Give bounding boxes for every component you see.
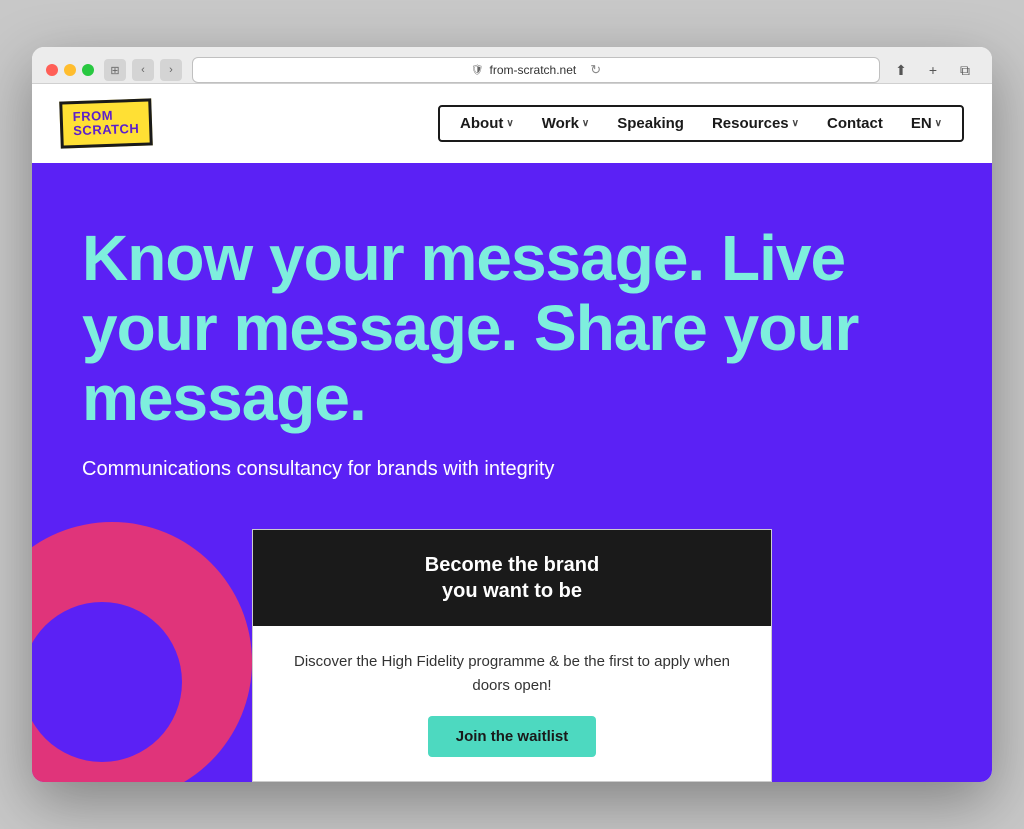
logo-line2: SCRATCH (73, 122, 140, 139)
close-button[interactable] (46, 64, 58, 76)
browser-layout-icon[interactable]: ⊞ (104, 59, 126, 81)
address-bar[interactable]: 🛡 from-scratch.net ↻ (192, 57, 880, 83)
nav-item-contact[interactable]: Contact (827, 115, 883, 132)
hero-decoration (32, 522, 252, 782)
hero-subtext: Communications consultancy for brands wi… (82, 458, 862, 481)
browser-controls: ⊞ ‹ › (104, 59, 182, 81)
cta-card-description: Discover the High Fidelity programme & b… (293, 650, 731, 698)
browser-chrome: ⊞ ‹ › 🛡 from-scratch.net ↻ ⬆ + ⧉ (32, 47, 992, 84)
website-content: FROM SCRATCH About ∨ Work ∨ S (32, 84, 992, 782)
nav-item-about[interactable]: About ∨ (460, 115, 514, 132)
hero-content: Know your message. Live your message. Sh… (82, 223, 862, 481)
add-tab-button[interactable]: + (920, 57, 946, 83)
chevron-down-icon: ∨ (935, 118, 942, 129)
cta-card-header: Become the brandyou want to be (253, 530, 771, 626)
reload-icon[interactable]: ↻ (590, 62, 601, 78)
nav-item-work[interactable]: Work ∨ (542, 115, 590, 132)
main-nav: About ∨ Work ∨ Speaking Resources ∨ (438, 105, 964, 142)
nav-item-speaking[interactable]: Speaking (617, 115, 684, 132)
logo[interactable]: FROM SCRATCH (60, 100, 152, 147)
chevron-down-icon: ∨ (506, 118, 513, 129)
site-header: FROM SCRATCH About ∨ Work ∨ S (32, 84, 992, 163)
hero-section: Know your message. Live your message. Sh… (32, 163, 992, 782)
security-icon: 🛡 (471, 65, 484, 76)
chevron-down-icon: ∨ (582, 118, 589, 129)
forward-button[interactable]: › (160, 59, 182, 81)
browser-window: ⊞ ‹ › 🛡 from-scratch.net ↻ ⬆ + ⧉ (32, 47, 992, 782)
hero-heading: Know your message. Live your message. Sh… (82, 223, 862, 434)
traffic-lights (46, 64, 94, 76)
minimize-button[interactable] (64, 64, 76, 76)
share-button[interactable]: ⬆ (888, 57, 914, 83)
maximize-button[interactable] (82, 64, 94, 76)
nav-item-language[interactable]: EN ∨ (911, 115, 942, 132)
cta-card-title: Become the brandyou want to be (277, 552, 747, 604)
cta-card-body: Discover the High Fidelity programme & b… (253, 626, 771, 781)
chevron-down-icon: ∨ (792, 118, 799, 129)
back-button[interactable]: ‹ (132, 59, 154, 81)
join-waitlist-button[interactable]: Join the waitlist (428, 716, 597, 757)
tabs-button[interactable]: ⧉ (952, 57, 978, 83)
cta-card: Become the brandyou want to be Discover … (252, 529, 772, 782)
nav-item-resources[interactable]: Resources ∨ (712, 115, 799, 132)
url-text: from-scratch.net (490, 63, 577, 77)
browser-action-buttons: ⬆ + ⧉ (888, 57, 978, 83)
